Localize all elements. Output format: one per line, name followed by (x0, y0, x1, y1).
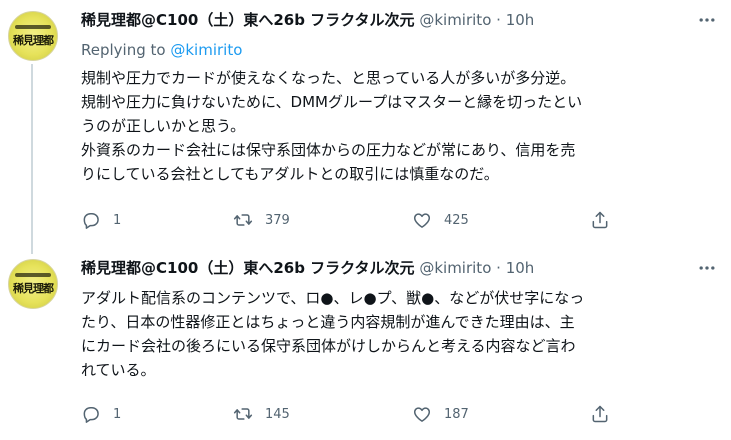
like-button[interactable]: 425 (412, 208, 469, 232)
author-handle[interactable]: @kimirito (419, 11, 491, 29)
reply-count: 1 (113, 212, 122, 228)
tweet-text-line: りにしている会社としてもアダルトとの取引には慎重なのだ。 (81, 165, 499, 183)
replying-to-prefix: Replying to (81, 41, 166, 59)
reply-icon (83, 213, 99, 229)
tweet-text: アダルト配信系のコンテンツで、ロ●、レ●プ、獣●、などが伏せ字になっ たり、日本… (81, 286, 717, 382)
share-button[interactable] (590, 208, 610, 232)
author-display-name[interactable]: 稀見理都@C100（土）東へ26b フラクタル次元 (81, 259, 415, 277)
more-icon[interactable] (697, 10, 717, 30)
share-button[interactable] (590, 402, 610, 426)
retweet-button[interactable]: 379 (233, 208, 290, 232)
like-icon (413, 407, 431, 422)
tweet-text-line: 規制や圧力に負けないために、DMMグループはマスターと縁を切ったとい (81, 93, 583, 111)
author-display-name[interactable]: 稀見理都@C100（土）東へ26b フラクタル次元 (81, 11, 415, 29)
reply-button[interactable]: 1 (81, 402, 121, 426)
like-icon (413, 213, 431, 228)
avatar[interactable]: 稀見理都 (8, 11, 58, 61)
share-icon (592, 211, 608, 229)
tweet[interactable]: 稀見理都 稀見理都@C100（土）東へ26b フラクタル次元 @kimirito… (0, 0, 731, 254)
tweet-actions: 1 379 425 (81, 208, 621, 232)
tweet-actions: 1 145 187 (81, 402, 621, 426)
retweet-count: 379 (265, 212, 290, 228)
tweet-text-line: 外資系のカード会社には保守系団体からの圧力などが常にあり、信用を売 (81, 141, 576, 159)
share-icon (592, 405, 608, 423)
tweet-text-line: 規制や圧力でカードが使えなくなった、と思っている人が多いが多分逆。 (81, 69, 576, 87)
tweet-header: 稀見理都@C100（土）東へ26b フラクタル次元 @kimirito · 10… (81, 256, 717, 280)
tweet-content: 稀見理都@C100（土）東へ26b フラクタル次元 @kimirito · 10… (81, 256, 717, 382)
retweet-icon (233, 214, 253, 226)
like-count: 187 (444, 406, 469, 422)
reply-count: 1 (113, 406, 122, 422)
avatar-banner-decoration (15, 273, 51, 277)
tweet-text-line: たり、日本の性器修正とはちょっと違う内容規制が進んできた理由は、主 (81, 313, 575, 331)
avatar-text: 稀見理都 (13, 282, 54, 295)
tweet-timestamp[interactable]: 10h (506, 11, 535, 29)
separator-dot: · (496, 11, 501, 29)
tweet-header: 稀見理都@C100（土）東へ26b フラクタル次元 @kimirito · 10… (81, 8, 717, 32)
more-icon-glyph (699, 266, 715, 270)
author-handle[interactable]: @kimirito (419, 259, 491, 277)
thread-connector-line (31, 64, 33, 254)
tweet-content: 稀見理都@C100（土）東へ26b フラクタル次元 @kimirito · 10… (81, 8, 717, 186)
tweet-timestamp[interactable]: 10h (506, 259, 535, 277)
tweet[interactable]: 稀見理都 稀見理都@C100（土）東へ26b フラクタル次元 @kimirito… (0, 248, 731, 440)
replying-to: Replying to @kimirito (81, 38, 717, 62)
tweet-text-line: にカード会社の後ろにいる保守系団体がけしからんと考える内容など言わ (81, 337, 576, 355)
reply-button[interactable]: 1 (81, 208, 121, 232)
tweet-text-line: れている。 (81, 361, 156, 379)
retweet-icon (233, 408, 253, 420)
like-count: 425 (444, 212, 469, 228)
separator-dot: · (496, 259, 501, 277)
avatar-banner-decoration (15, 25, 51, 29)
replying-to-handle-link[interactable]: @kimirito (170, 41, 242, 59)
retweet-count: 145 (265, 406, 290, 422)
avatar-text: 稀見理都 (13, 34, 54, 47)
like-button[interactable]: 187 (412, 402, 469, 426)
more-icon[interactable] (697, 258, 717, 278)
tweet-text-line: アダルト配信系のコンテンツで、ロ●、レ●プ、獣●、などが伏せ字になっ (81, 289, 585, 307)
avatar[interactable]: 稀見理都 (8, 259, 58, 309)
tweet-text-line: うのが正しいかと思う。 (81, 117, 246, 135)
retweet-button[interactable]: 145 (233, 402, 290, 426)
reply-icon (83, 407, 99, 423)
more-icon-glyph (699, 18, 715, 22)
tweet-text: 規制や圧力でカードが使えなくなった、と思っている人が多いが多分逆。 規制や圧力に… (81, 66, 717, 186)
